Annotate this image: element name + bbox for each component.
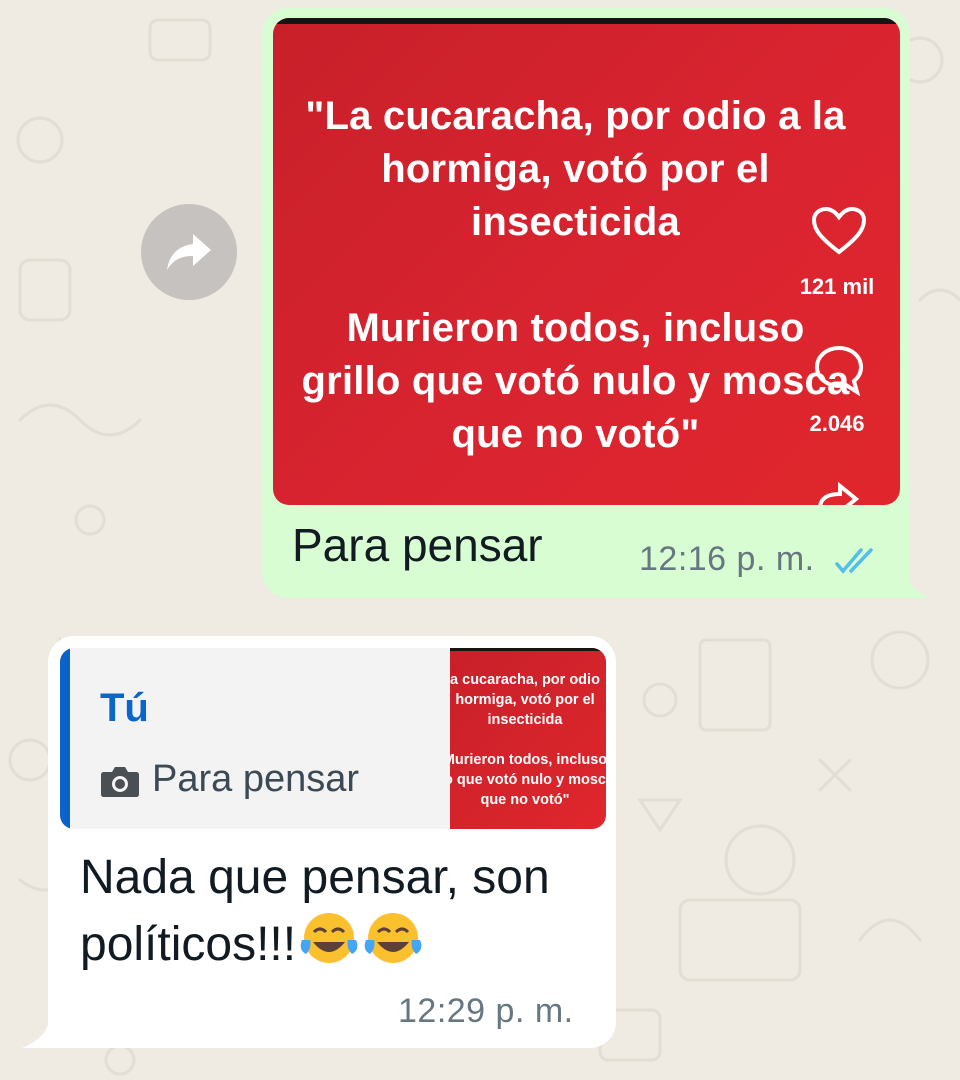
comment-icon bbox=[814, 345, 864, 396]
forward-button[interactable] bbox=[141, 204, 237, 300]
thumbnail-top-strip bbox=[450, 648, 606, 651]
camera-icon bbox=[101, 767, 139, 797]
image-top-strip bbox=[273, 18, 900, 24]
outgoing-message-bubble[interactable]: "La cucaracha, por odio a la hormiga, vo… bbox=[262, 8, 910, 598]
quoted-reply-author: Tú bbox=[100, 686, 149, 730]
thumbnail-quote-text: a cucaracha, por odio hormiga, votó por … bbox=[450, 672, 606, 808]
double-check-read-icon bbox=[835, 548, 873, 574]
message-timestamp: 12:16 p. m. bbox=[639, 540, 815, 578]
message-image[interactable]: "La cucaracha, por odio a la hormiga, vo… bbox=[273, 18, 900, 505]
forward-arrow-icon bbox=[167, 234, 211, 270]
quoted-reply-accent-bar bbox=[60, 648, 70, 829]
quoted-image-thumbnail: a cucaracha, por odio hormiga, votó por … bbox=[450, 648, 606, 829]
tears-of-joy-emoji-icon bbox=[364, 913, 422, 963]
quoted-reply-text: Para pensar bbox=[152, 758, 360, 800]
outgoing-bubble-tail bbox=[900, 556, 930, 598]
incoming-bubble-tail bbox=[22, 1010, 52, 1048]
likes-count: 121 mil bbox=[799, 274, 875, 299]
share-icon bbox=[818, 482, 860, 505]
message-caption: Para pensar bbox=[292, 519, 543, 571]
message-text: Nada que pensar, son políticos!!! bbox=[80, 846, 600, 977]
heart-icon bbox=[811, 206, 867, 255]
quoted-reply[interactable]: Tú Para pensar a cucaracha, por odio hor… bbox=[60, 648, 606, 829]
comments-count: 2.046 bbox=[809, 411, 865, 436]
tears-of-joy-emoji-icon bbox=[300, 913, 358, 963]
incoming-message-bubble[interactable]: Tú Para pensar a cucaracha, por odio hor… bbox=[48, 636, 616, 1048]
message-timestamp: 12:29 p. m. bbox=[398, 992, 574, 1030]
